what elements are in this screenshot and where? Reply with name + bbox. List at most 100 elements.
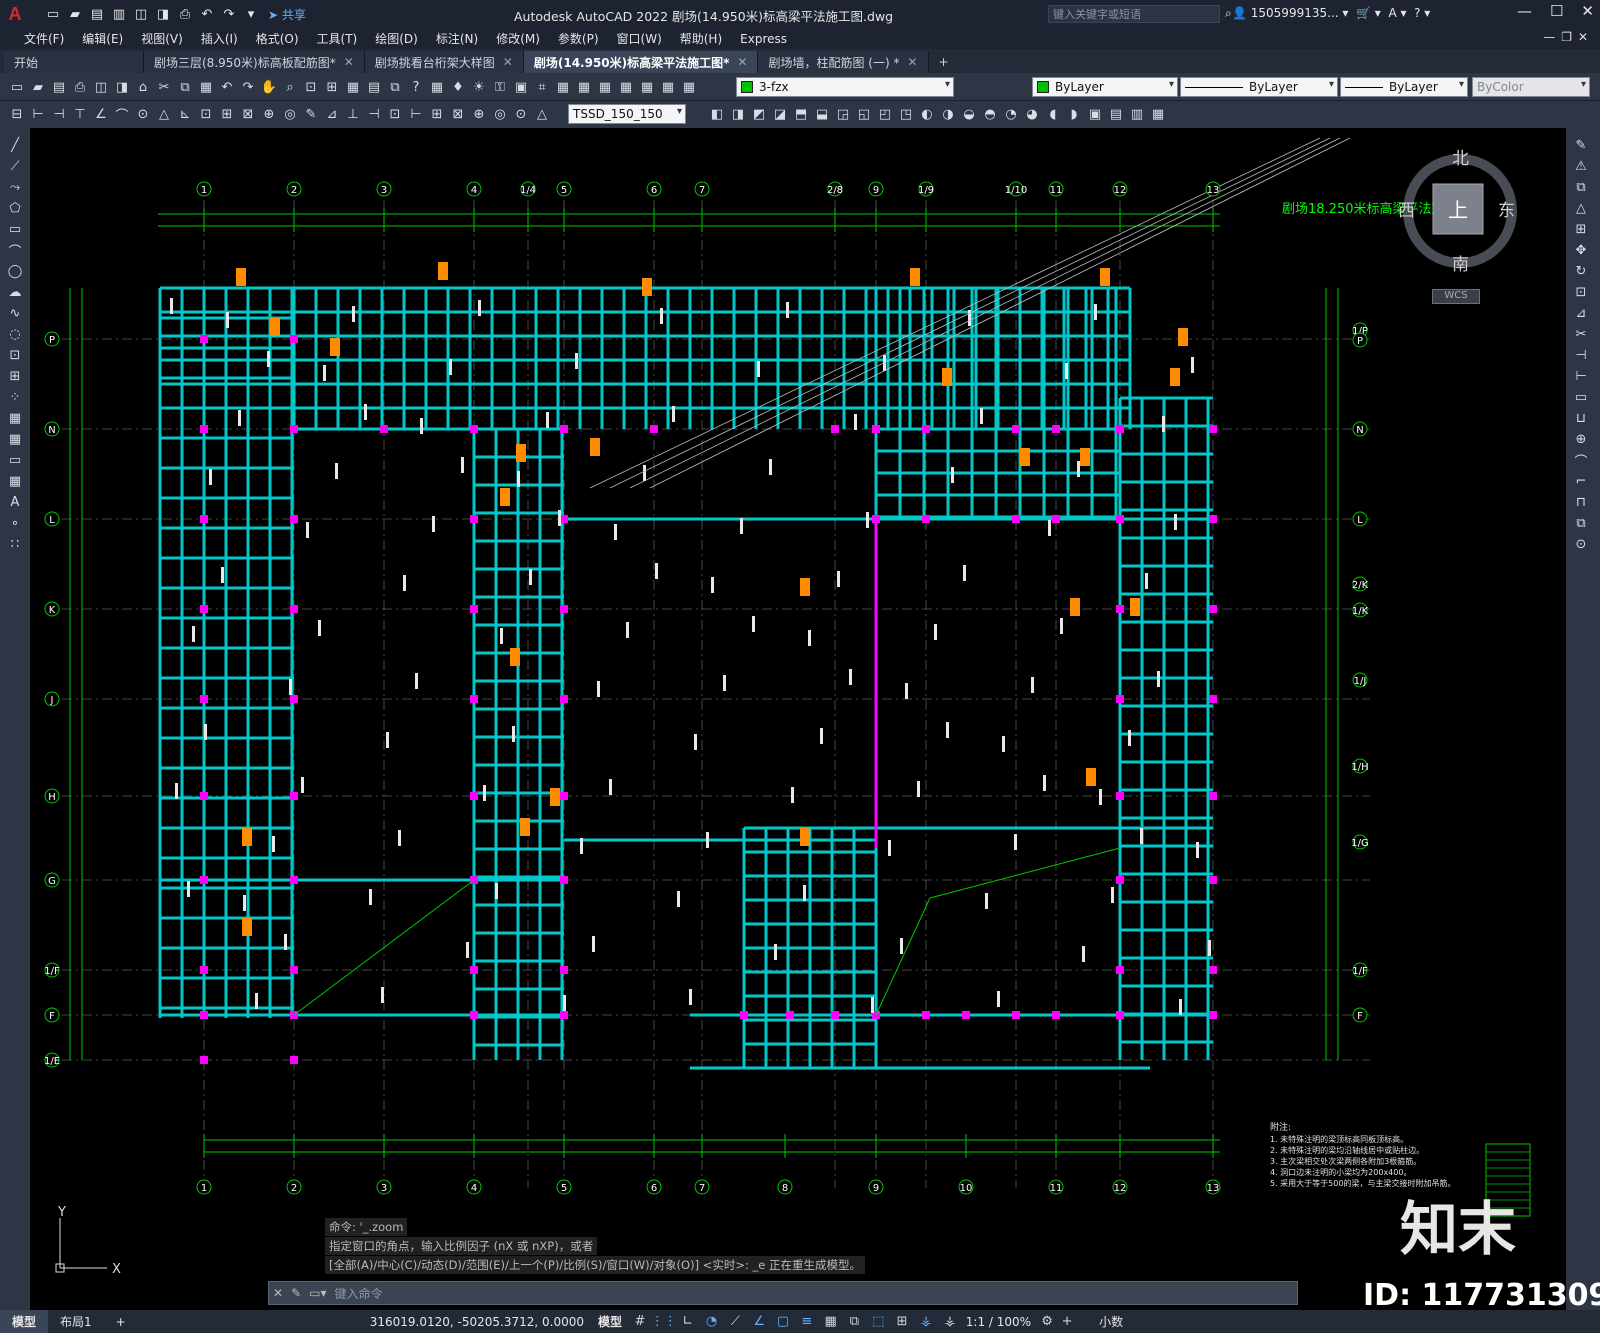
undo-icon[interactable]: ↶	[218, 78, 236, 96]
dim-text-edit-icon[interactable]: ⊿	[323, 105, 341, 123]
arrow-icon[interactable]: △	[533, 105, 551, 123]
dim-jogged-icon[interactable]: △	[155, 105, 173, 123]
layer-merge-icon[interactable]: ▦	[638, 78, 656, 96]
dim-inspect-icon[interactable]: ⊞	[428, 105, 446, 123]
units-display[interactable]: 小数	[1099, 1313, 1123, 1330]
3d-print-icon[interactable]: ⌂	[134, 78, 152, 96]
dim-style-icon[interactable]: ⊣	[365, 105, 383, 123]
make-block-icon[interactable]: ⁘	[6, 388, 24, 406]
extend-icon[interactable]: ⊣	[1572, 346, 1590, 364]
tssd-tool-icon[interactable]: ◧	[708, 105, 726, 123]
cut-icon[interactable]: ✂	[155, 78, 173, 96]
line-icon[interactable]: ╱	[6, 136, 24, 154]
layer-lock-icon[interactable]: ▣	[512, 78, 530, 96]
viewcube-south[interactable]: 南	[1452, 250, 1469, 275]
tssd-tool-icon[interactable]: ◱	[855, 105, 873, 123]
add-layout-button[interactable]: +	[104, 1310, 138, 1333]
pan-icon[interactable]: ✋	[260, 78, 278, 96]
menu-insert[interactable]: 插入(I)	[195, 30, 244, 47]
dim-aligned-icon[interactable]: ⊢	[29, 105, 47, 123]
plotstyle-combo[interactable]: ByColor ▾	[1472, 77, 1590, 97]
menu-format[interactable]: 格式(O)	[250, 30, 305, 47]
workspace-gear-icon[interactable]: ⚙	[1037, 1314, 1057, 1329]
tssd-tool-icon[interactable]: ▤	[1107, 105, 1125, 123]
tab-layout1[interactable]: 布局1	[48, 1310, 104, 1333]
dim-radius-icon[interactable]: ⌒	[113, 105, 131, 124]
command-input[interactable]: 键入命令	[335, 1285, 383, 1302]
table-icon[interactable]: ∘	[6, 514, 24, 532]
coordinates-readout[interactable]: 316019.0120, -50205.3712, 0.0000	[370, 1315, 584, 1329]
help-icon[interactable]: ?	[407, 78, 425, 96]
layer-delete-icon[interactable]: ▦	[659, 78, 677, 96]
tssd-tool-icon[interactable]: ◰	[876, 105, 894, 123]
layer-freeze-icon[interactable]: ⚿	[491, 78, 509, 96]
explode-icon[interactable]: ⊓	[1572, 493, 1590, 511]
mirror-icon[interactable]: ⧉	[1572, 178, 1590, 196]
dim-override-icon[interactable]: ⊢	[407, 105, 425, 123]
edit-spline-icon[interactable]: ⊙	[1572, 535, 1590, 553]
tssd-tool-icon[interactable]: ◔	[1002, 105, 1020, 123]
osnap-tracking-icon[interactable]: ∠	[749, 1314, 769, 1329]
new-icon[interactable]: ▭	[44, 6, 62, 22]
save-icon[interactable]: ▤	[50, 78, 68, 96]
dim-ordinate-icon[interactable]: ⊤	[71, 105, 89, 123]
redo-icon[interactable]: ↷	[220, 6, 238, 22]
dim-baseline-icon[interactable]: ⊾	[176, 105, 194, 123]
tool-palettes-icon[interactable]: ⧉	[386, 78, 404, 96]
wcs-menu[interactable]: WCS	[1432, 289, 1480, 304]
close-tab-icon[interactable]: ✕	[503, 55, 513, 69]
tssd-tool-icon[interactable]: ◖	[1044, 105, 1062, 123]
open-icon[interactable]: ▰	[29, 78, 47, 96]
dim-break-icon[interactable]: ⊠	[239, 105, 257, 123]
break-icon[interactable]: ▭	[1572, 388, 1590, 406]
menu-tools[interactable]: 工具(T)	[311, 30, 364, 47]
tssd-tool-icon[interactable]: ◓	[981, 105, 999, 123]
dim-update-icon[interactable]: ⊥	[344, 105, 362, 123]
layer-walk-icon[interactable]: ▦	[617, 78, 635, 96]
layer-state-icon[interactable]: ♦	[449, 78, 467, 96]
fillet-icon[interactable]: ⌒	[1572, 451, 1590, 470]
tssd-tool-icon[interactable]: ◒	[960, 105, 978, 123]
menu-parametric[interactable]: 参数(P)	[552, 30, 605, 47]
menu-help[interactable]: 帮助(H)	[674, 30, 728, 47]
save-as-icon[interactable]: ▥	[110, 6, 128, 22]
tssd-tool-icon[interactable]: ▦	[1149, 105, 1167, 123]
save-web-icon[interactable]: ◨	[154, 6, 172, 22]
ellipse-icon[interactable]: ◌	[6, 325, 24, 343]
maximize-icon[interactable]: ☐	[1550, 2, 1563, 20]
account-menu[interactable]: 👤 1505999135... ▾ 🛒 ▾ A ▾ ? ▾	[1232, 6, 1430, 20]
viewcube-east[interactable]: 东	[1498, 196, 1515, 221]
polyline-icon[interactable]: ⤳	[6, 178, 24, 196]
tssd-tool-icon[interactable]: ◐	[918, 105, 936, 123]
command-line[interactable]: ✕ ✎ ▭▾ 键入命令	[268, 1281, 1298, 1305]
copy-icon[interactable]: ⧉	[176, 78, 194, 96]
selection-cycling-icon[interactable]: ⧉	[844, 1314, 864, 1329]
polygon-icon[interactable]: ⬠	[6, 199, 24, 217]
array-icon[interactable]: ⊞	[1572, 220, 1590, 238]
ellipse-arc-icon[interactable]: ⊡	[6, 346, 24, 364]
mleader-icon[interactable]: ◎	[491, 105, 509, 123]
autocad-logo[interactable]: A	[0, 0, 30, 28]
hatch-icon[interactable]: ▦	[6, 430, 24, 448]
linetype-combo[interactable]: ByLayer ▾	[1180, 77, 1338, 97]
zoom-window-icon[interactable]: ⊡	[302, 78, 320, 96]
viewcube-north[interactable]: 北	[1452, 144, 1469, 169]
arc-icon[interactable]: ⌒	[6, 241, 24, 260]
3d-osnap-icon[interactable]: ⬚	[868, 1314, 888, 1329]
move-icon[interactable]: ✥	[1572, 241, 1590, 259]
publish-icon[interactable]: ◨	[113, 78, 131, 96]
dim-linear-icon[interactable]: ⊟	[8, 105, 26, 123]
circle-icon[interactable]: ◯	[6, 262, 24, 280]
annotation-visibility-icon[interactable]: ⚶	[916, 1314, 936, 1329]
auto-scale-icon[interactable]: ⚶	[940, 1314, 960, 1329]
copy-icon[interactable]: ⚠	[1572, 157, 1590, 175]
tab-model[interactable]: 模型	[0, 1310, 49, 1333]
qdim-icon[interactable]: ⊕	[470, 105, 488, 123]
grid-icon[interactable]: #	[630, 1314, 650, 1329]
preview-icon[interactable]: ◫	[92, 78, 110, 96]
tssd-tool-icon[interactable]: ⬓	[813, 105, 831, 123]
save-icon[interactable]: ▤	[88, 6, 106, 22]
open-web-icon[interactable]: ◫	[132, 6, 150, 22]
close-tab-icon[interactable]: ✕	[907, 55, 917, 69]
new-icon[interactable]: ▭	[8, 78, 26, 96]
